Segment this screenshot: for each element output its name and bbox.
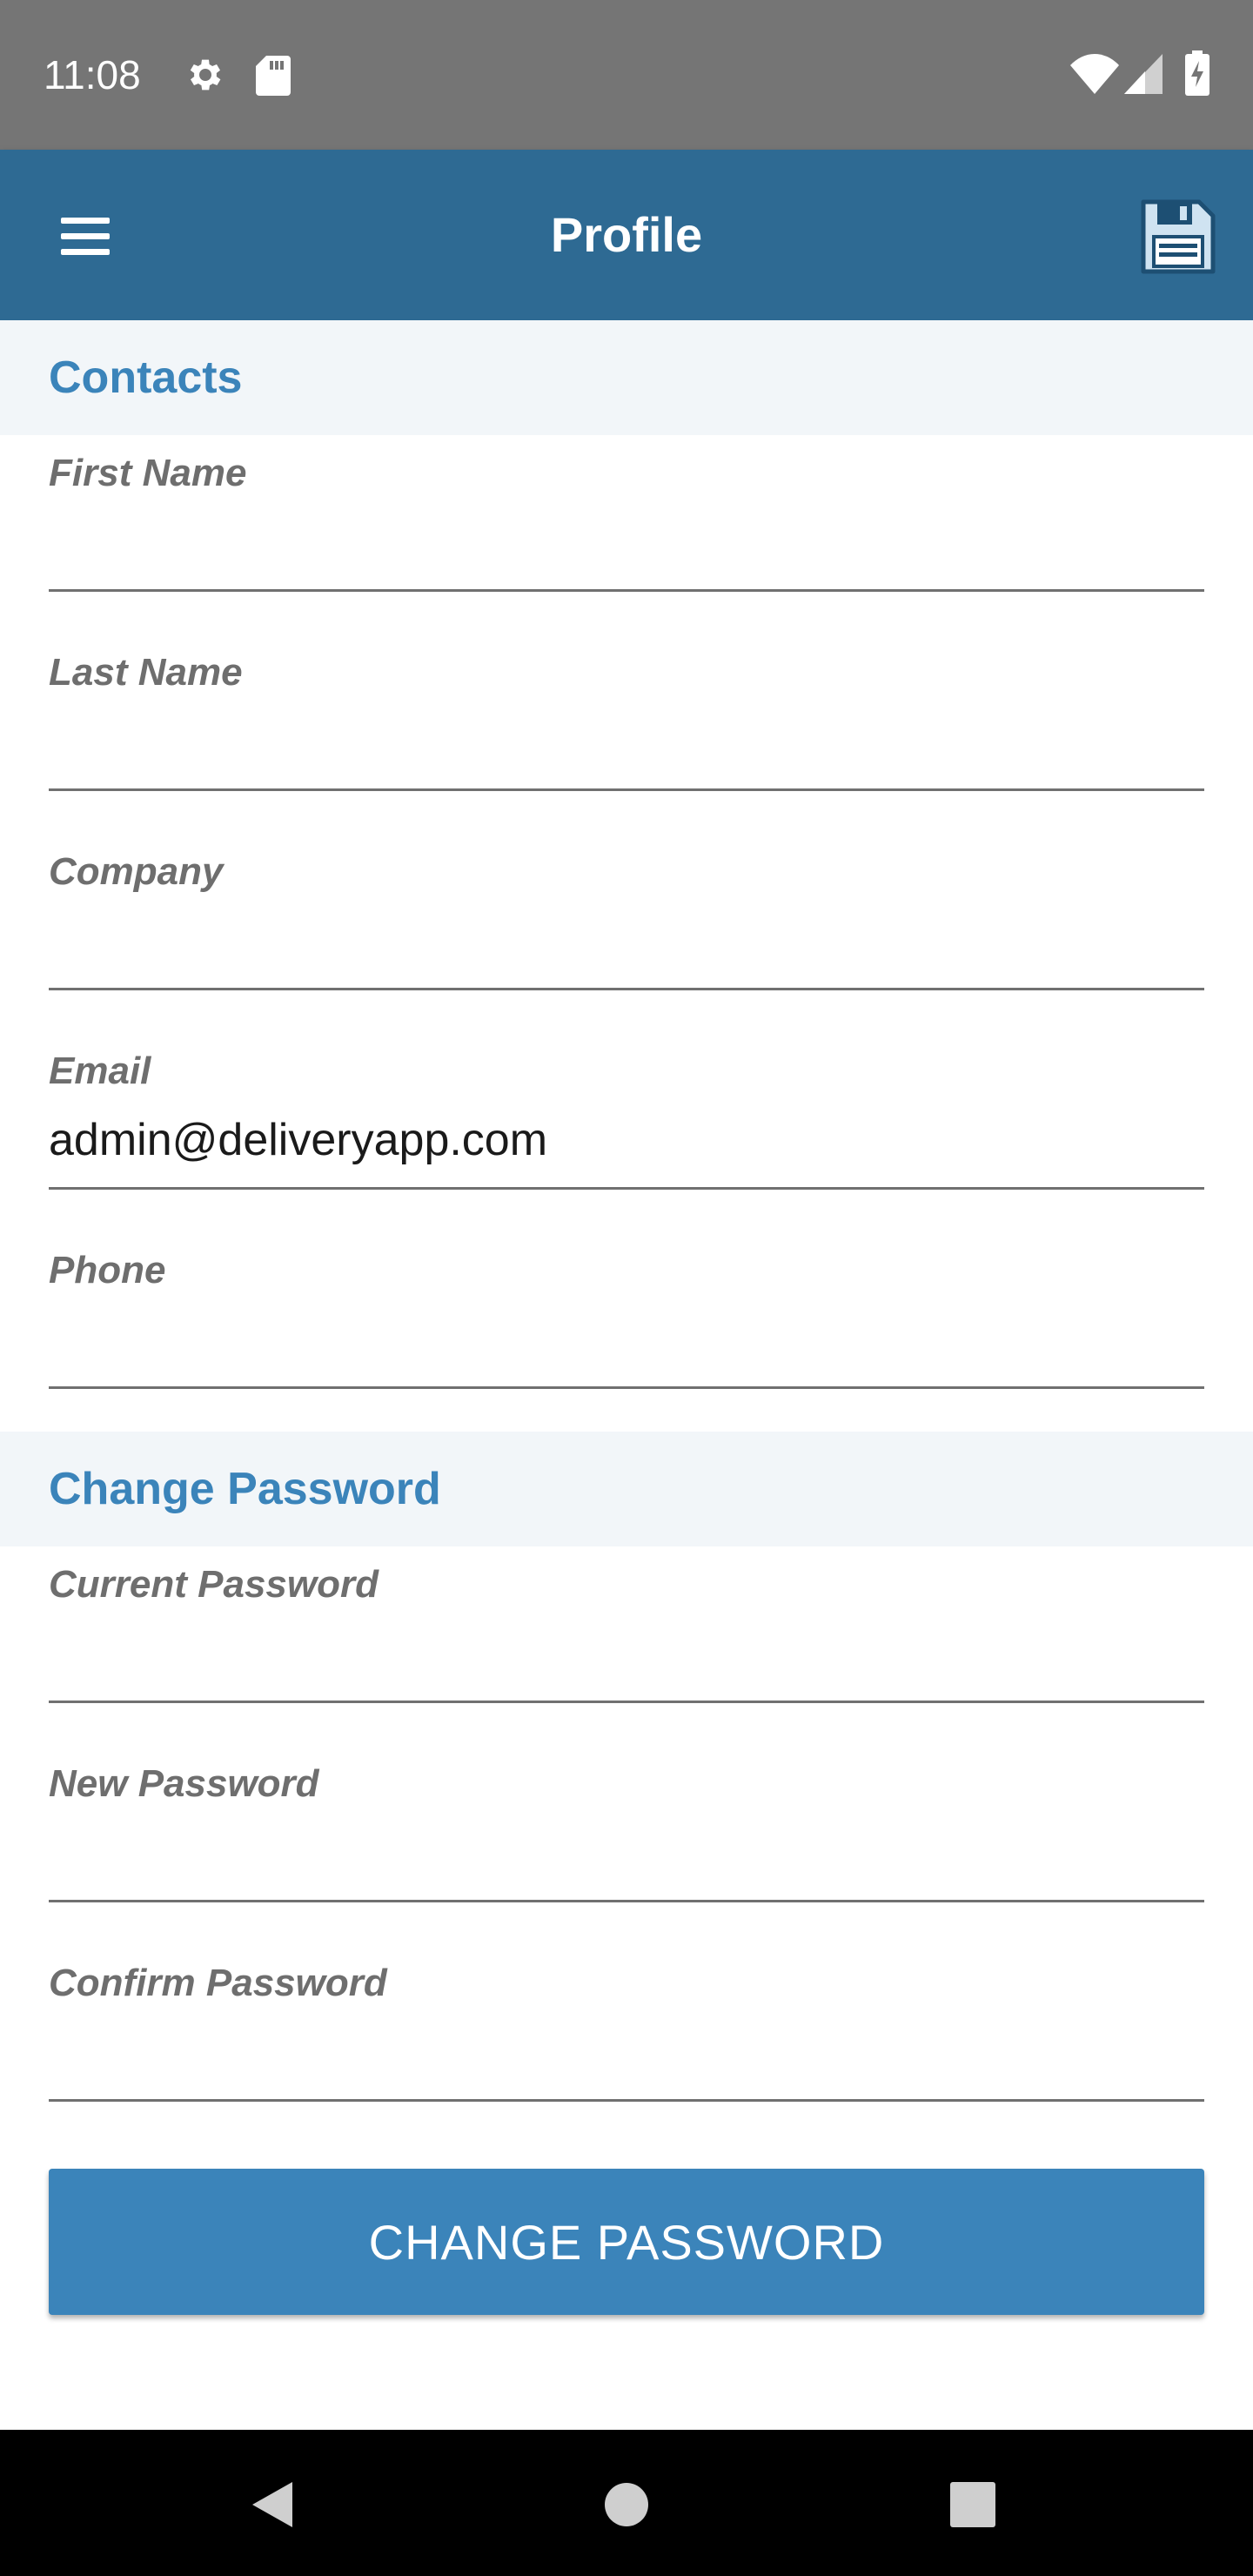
status-time: 11:08 — [44, 52, 141, 97]
email-label: Email — [49, 1050, 151, 1092]
email-field: Email — [49, 1047, 1204, 1221]
last-name-label: Last Name — [49, 651, 243, 694]
change-password-button[interactable]: CHANGE PASSWORD — [49, 2169, 1204, 2315]
new-password-field: New Password — [49, 1760, 1204, 1934]
new-password-input[interactable] — [49, 1815, 1204, 1902]
first-name-field: First Name — [49, 449, 1204, 623]
back-triangle-icon[interactable] — [249, 2479, 298, 2531]
page-title: Profile — [550, 207, 703, 262]
change-password-section-title: Change Password — [49, 1464, 441, 1514]
status-bar: 11:08 — [0, 0, 1253, 150]
hamburger-menu-icon — [61, 218, 110, 255]
menu-button[interactable] — [47, 198, 125, 277]
new-password-label: New Password — [49, 1762, 319, 1805]
phone-field: Phone — [49, 1246, 1204, 1420]
confirm-password-field: Confirm Password — [49, 1959, 1204, 2133]
save-button[interactable] — [1136, 195, 1220, 278]
company-field: Company — [49, 848, 1204, 1022]
home-circle-icon[interactable] — [604, 2482, 649, 2527]
wifi-icon — [1070, 54, 1119, 94]
last-name-field: Last Name — [49, 648, 1204, 822]
contacts-section-header: Contacts — [0, 320, 1253, 435]
email-input[interactable] — [49, 1103, 1204, 1190]
contacts-section-title: Contacts — [49, 352, 243, 403]
confirm-password-input[interactable] — [49, 2015, 1204, 2102]
recents-square-icon[interactable] — [950, 2482, 995, 2527]
current-password-label: Current Password — [49, 1563, 379, 1606]
battery-charging-icon — [1185, 50, 1209, 96]
phone-label: Phone — [49, 1249, 166, 1291]
current-password-input[interactable] — [49, 1616, 1204, 1703]
gear-icon — [190, 59, 221, 91]
signal-icon — [1124, 54, 1163, 94]
sd-card-icon — [256, 56, 291, 96]
company-input[interactable] — [49, 903, 1204, 990]
first-name-label: First Name — [49, 452, 247, 494]
company-label: Company — [49, 850, 224, 893]
first-name-input[interactable] — [49, 505, 1204, 592]
change-password-section-header: Change Password — [0, 1432, 1253, 1546]
system-nav-bar — [0, 2430, 1253, 2576]
last-name-input[interactable] — [49, 704, 1204, 791]
app-bar: Profile — [0, 150, 1253, 320]
floppy-disk-save-icon — [1141, 199, 1216, 274]
phone-input[interactable] — [49, 1302, 1204, 1389]
confirm-password-label: Confirm Password — [49, 1962, 387, 2004]
current-password-field: Current Password — [49, 1560, 1204, 1734]
